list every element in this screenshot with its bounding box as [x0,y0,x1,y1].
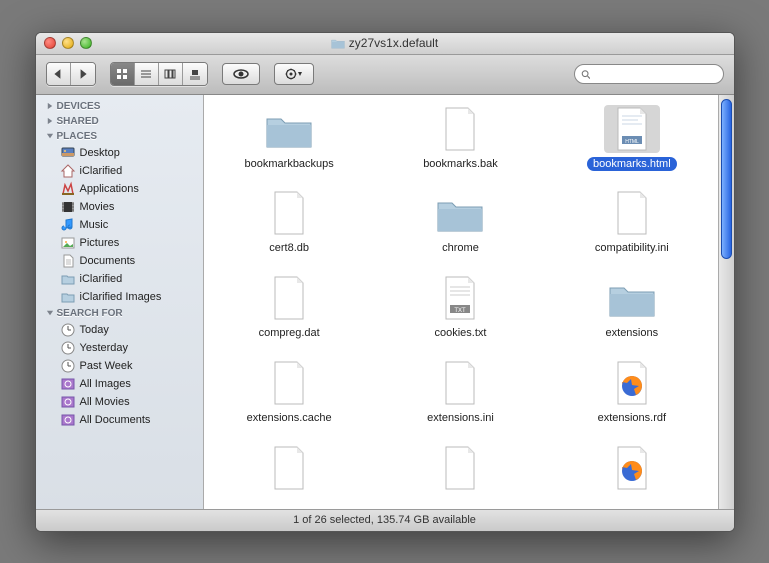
file-item[interactable]: extensions.cache [204,359,375,426]
file-item[interactable]: bookmarks.html [546,105,717,172]
sidebar-item[interactable]: Music [36,216,203,234]
file-label: chrome [436,241,485,255]
file-label: extensions.cache [241,411,338,425]
file-label: cert8.db [263,241,315,255]
doc-icon [432,105,488,153]
file-item[interactable] [204,444,375,499]
file-label: compatibility.ini [589,241,675,255]
sidebar-section[interactable]: SEARCH FOR [36,306,203,321]
sidebar-item[interactable]: iClarified [36,162,203,180]
doc-icon [261,359,317,407]
nav-buttons [46,62,96,86]
html-icon [604,105,660,153]
search-icon [581,69,591,80]
sidebar-section[interactable]: PLACES [36,129,203,144]
icon-view-button[interactable] [111,63,135,85]
file-label: extensions.rdf [592,411,672,425]
titlebar[interactable]: zy27vs1x.default [36,33,734,55]
search-field[interactable] [574,64,724,84]
file-label: bookmarks.html [587,157,677,171]
file-item[interactable]: cert8.db [204,189,375,256]
forward-button[interactable] [71,63,95,85]
doc-icon [261,189,317,237]
folder-icon [604,274,660,322]
scrollbar[interactable] [718,95,734,509]
folder-icon [432,189,488,237]
column-view-button[interactable] [159,63,183,85]
file-item[interactable]: bookmarks.bak [375,105,546,172]
sidebar-item[interactable]: All Documents [36,411,203,429]
file-label: extensions [600,326,665,340]
doc-icon [432,359,488,407]
file-label: cookies.txt [429,326,493,340]
sidebar-item[interactable]: Movies [36,198,203,216]
file-item[interactable]: cookies.txt [375,274,546,341]
coverflow-view-button[interactable] [183,63,207,85]
sidebar-item[interactable]: Applications [36,180,203,198]
doc-icon [432,444,488,492]
file-item[interactable]: extensions.rdf [546,359,717,426]
close-button[interactable] [44,37,56,49]
file-item[interactable]: extensions [546,274,717,341]
file-item[interactable]: compatibility.ini [546,189,717,256]
sidebar-item[interactable]: All Movies [36,393,203,411]
file-item[interactable]: compreg.dat [204,274,375,341]
sidebar-item[interactable]: iClarified [36,270,203,288]
sidebar-item[interactable]: Documents [36,252,203,270]
sidebar-section[interactable]: DEVICES [36,99,203,114]
sidebar-item[interactable]: Desktop [36,144,203,162]
file-label: compreg.dat [253,326,326,340]
file-label [283,496,295,498]
firefox-icon [604,444,660,492]
doc-icon [261,274,317,322]
file-label [454,496,466,498]
file-item[interactable]: bookmarkbackups [204,105,375,172]
window-title: zy27vs1x.default [36,36,734,50]
file-label: extensions.ini [421,411,500,425]
doc-icon [604,189,660,237]
doc-icon [261,444,317,492]
txt-icon [432,274,488,322]
sidebar-item[interactable]: iClarified Images [36,288,203,306]
zoom-button[interactable] [80,37,92,49]
file-label [626,496,638,498]
traffic-lights [44,37,92,49]
file-item[interactable] [375,444,546,499]
back-button[interactable] [47,63,71,85]
list-view-button[interactable] [135,63,159,85]
file-item[interactable] [546,444,717,499]
sidebar-item[interactable]: Pictures [36,234,203,252]
sidebar-item[interactable]: Past Week [36,357,203,375]
file-grid[interactable]: bookmarkbackups bookmarks.bak bookmarks.ht… [204,95,718,509]
sidebar: DEVICESSHAREDPLACESDesktopiClarifiedAppl… [36,95,204,509]
sidebar-item[interactable]: Today [36,321,203,339]
sidebar-item[interactable]: Yesterday [36,339,203,357]
view-buttons [110,62,208,86]
status-bar: 1 of 26 selected, 135.74 GB available [36,509,734,531]
finder-window: zy27vs1x.default DEVICESSHAREDPLACESDesk… [35,32,735,532]
file-item[interactable]: extensions.ini [375,359,546,426]
firefox-icon [604,359,660,407]
file-label: bookmarks.bak [417,157,504,171]
toolbar [36,55,734,95]
action-button[interactable] [274,63,314,85]
file-label: bookmarkbackups [239,157,340,171]
folder-icon [261,105,317,153]
file-item[interactable]: chrome [375,189,546,256]
search-input[interactable] [594,68,716,80]
scrollbar-thumb[interactable] [721,99,732,259]
quicklook-button[interactable] [222,63,260,85]
content-area: bookmarkbackups bookmarks.bak bookmarks.ht… [204,95,734,509]
minimize-button[interactable] [62,37,74,49]
sidebar-item[interactable]: All Images [36,375,203,393]
window-body: DEVICESSHAREDPLACESDesktopiClarifiedAppl… [36,95,734,509]
sidebar-section[interactable]: SHARED [36,114,203,129]
